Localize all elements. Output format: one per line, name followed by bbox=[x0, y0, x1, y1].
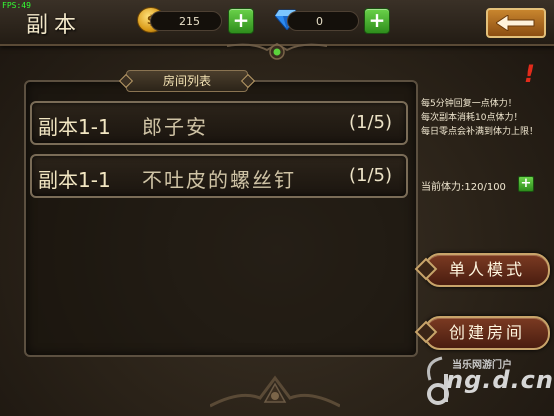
back-button[interactable] bbox=[486, 8, 546, 38]
gold-value: 215 bbox=[179, 15, 200, 28]
single-mode-button[interactable]: 单人模式 bbox=[424, 253, 550, 287]
top-ornament bbox=[227, 42, 327, 60]
info-line: 每次副本消耗10点体力！ bbox=[421, 113, 523, 123]
watermark-domain: ng.d.cn bbox=[446, 366, 554, 394]
stamina-label: 当前体力: bbox=[421, 182, 465, 193]
info-line: 每日零点会补满到体力上限！ bbox=[421, 127, 539, 137]
stamina-value: 120/100 bbox=[464, 182, 506, 193]
add-gold-button[interactable]: + bbox=[228, 8, 254, 34]
room-player-count: (1/5) bbox=[348, 165, 392, 186]
add-gems-button[interactable]: + bbox=[364, 8, 390, 34]
add-stamina-button[interactable]: + bbox=[518, 176, 534, 192]
room-item[interactable]: 副本1-1 不吐皮的螺丝钉 (1/5) bbox=[30, 154, 408, 198]
room-list-tab: 房间列表 bbox=[126, 70, 248, 92]
back-arrow-icon bbox=[496, 15, 535, 31]
gem-value: 0 bbox=[316, 15, 323, 28]
create-room-button[interactable]: 创建房间 bbox=[424, 316, 550, 350]
bottom-ornament bbox=[210, 375, 340, 408]
gold-counter: 215 bbox=[150, 11, 222, 31]
room-host-name: 郎子安 bbox=[142, 115, 208, 139]
room-stage: 副本1-1 bbox=[38, 168, 111, 192]
room-host-name: 不吐皮的螺丝钉 bbox=[142, 168, 296, 192]
room-stage: 副本1-1 bbox=[38, 115, 111, 139]
page-title: 副本 bbox=[26, 13, 83, 38]
room-item[interactable]: 副本1-1 郎子安 (1/5) bbox=[30, 101, 408, 145]
alert-icon: ! bbox=[524, 60, 535, 88]
stamina-display: 当前体力:120/100 bbox=[421, 178, 506, 193]
gem-counter: 0 bbox=[287, 11, 359, 31]
info-line: 每5分钟回复一点体力！ bbox=[421, 99, 517, 109]
room-player-count: (1/5) bbox=[348, 112, 392, 133]
